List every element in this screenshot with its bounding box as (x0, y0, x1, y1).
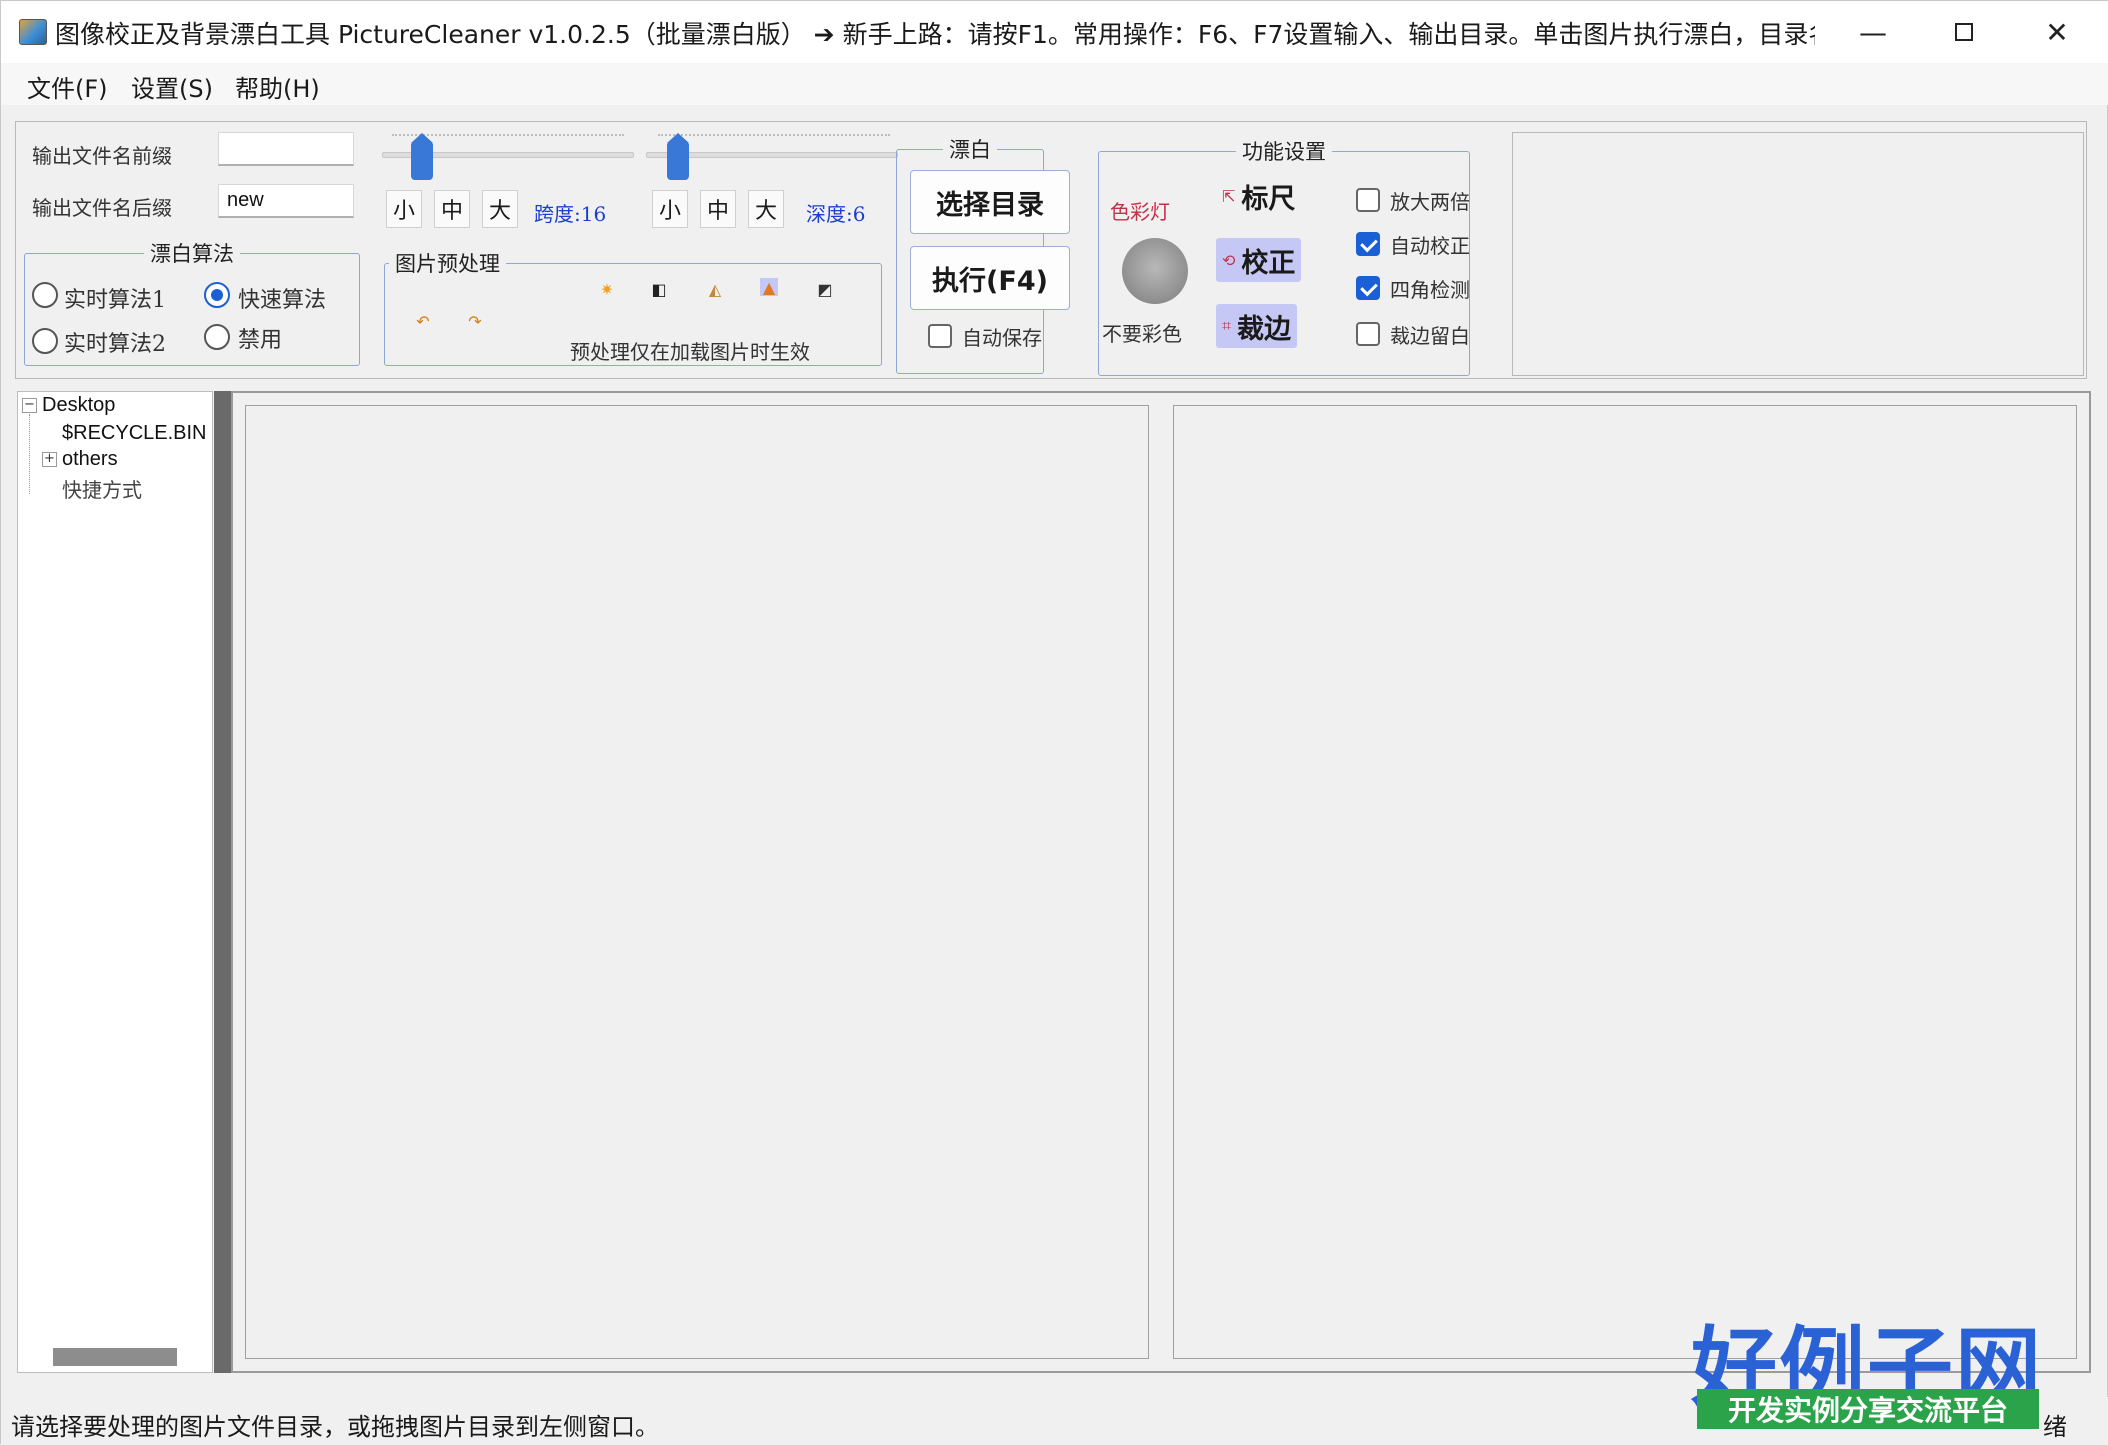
app-window: 图像校正及背景漂白工具 PictureCleaner v1.0.2.5（批量漂白… (0, 0, 2108, 1445)
result-image-panel[interactable] (1173, 405, 2077, 1359)
auto-correct-label: 自动校正 (1390, 234, 1470, 258)
expand-icon[interactable]: + (42, 452, 57, 467)
suffix-label: 输出文件名后缀 (32, 196, 172, 220)
status-ready: 绪 (2043, 1413, 2067, 1441)
menu-file[interactable]: 文件(F) (19, 69, 116, 104)
zoom2x-checkbox[interactable] (1356, 188, 1380, 212)
undo-icon[interactable]: ↶ (414, 312, 432, 331)
tree-scrollbar-thumb[interactable] (53, 1348, 177, 1366)
slider1-small-button[interactable]: 小 (386, 190, 422, 228)
color-lamp-indicator[interactable] (1122, 238, 1188, 304)
thumbnail-panel (1512, 132, 2084, 376)
bleach-legend: 漂白 (949, 138, 991, 162)
auto-correct-checkbox[interactable] (1356, 232, 1380, 256)
tree-item-desktop[interactable]: Desktop (42, 394, 115, 417)
realtime1-label: 实时算法1 (64, 288, 166, 313)
menu-bar: 文件(F) 设置(S) 帮助(H) (1, 63, 2108, 105)
sharpen-icon[interactable]: ▲ (760, 278, 778, 297)
correct-button[interactable]: ⟲ 校正 (1216, 238, 1302, 282)
correct-label: 校正 (1241, 247, 1296, 279)
tree-line (29, 414, 30, 494)
execute-button[interactable]: 执行(F4) (910, 246, 1070, 310)
crop-margin-label: 裁边留白 (1390, 324, 1470, 348)
prefix-label: 输出文件名前缀 (32, 144, 172, 168)
menu-settings[interactable]: 设置(S) (123, 69, 221, 104)
features-legend: 功能设置 (1242, 140, 1326, 164)
app-icon (19, 19, 47, 45)
collapse-icon[interactable]: − (22, 398, 37, 413)
suffix-input[interactable] (218, 184, 354, 218)
crop-icon: ⌗ (1222, 316, 1232, 335)
preprocess-note: 预处理仅在加载图片时生效 (570, 340, 810, 364)
auto-save-label: 自动保存 (962, 326, 1042, 350)
brightness-icon[interactable]: ✷ (598, 280, 616, 299)
depth-value-label: 深度:6 (806, 202, 866, 226)
ruler-button[interactable]: ⇱ 标尺 (1216, 174, 1301, 218)
radio-fast[interactable] (204, 282, 230, 308)
invert-icon[interactable]: ◩ (816, 280, 834, 299)
radio-disabled[interactable] (204, 324, 230, 350)
close-icon: ✕ (2045, 15, 2069, 49)
status-message: 请选择要处理的图片文件目录，或拖拽图片目录到左侧窗口。 (11, 1413, 659, 1441)
corner-detect-label: 四角检测 (1390, 278, 1470, 302)
crop-label: 裁边 (1237, 313, 1292, 345)
fast-label: 快速算法 (238, 288, 327, 313)
toolbar-panel: 输出文件名前缀 输出文件名后缀 小 中 大 跨度:16 小 中 大 深度:6 漂… (15, 121, 2087, 379)
minimize-icon: — (1859, 15, 1887, 49)
slider2-medium-button[interactable]: 中 (700, 190, 736, 228)
crop-margin-checkbox[interactable] (1356, 322, 1380, 346)
menu-help[interactable]: 帮助(H) (227, 69, 328, 104)
slider2-small-button[interactable]: 小 (652, 190, 688, 228)
title-bar[interactable]: 图像校正及背景漂白工具 PictureCleaner v1.0.2.5（批量漂白… (1, 1, 2108, 63)
close-button[interactable]: ✕ (2011, 1, 2103, 63)
contrast-icon[interactable]: ◧ (650, 280, 668, 299)
minimize-button[interactable]: — (1827, 1, 1919, 63)
slider1-medium-button[interactable]: 中 (434, 190, 470, 228)
ruler-label: 标尺 (1241, 183, 1296, 215)
splitter-bar[interactable] (214, 391, 231, 1373)
radio-realtime2[interactable] (32, 328, 58, 354)
disabled-label: 禁用 (238, 328, 283, 353)
radio-realtime1[interactable] (32, 282, 58, 308)
prefix-input[interactable] (218, 132, 354, 166)
zoom2x-label: 放大两倍 (1390, 190, 1470, 214)
window-title: 图像校正及背景漂白工具 PictureCleaner v1.0.2.5（批量漂白… (55, 20, 1815, 49)
tree-item-others[interactable]: others (62, 448, 118, 471)
maximize-icon (1955, 23, 1973, 41)
tree-item-shortcuts[interactable]: 快捷方式 (62, 474, 142, 503)
slider1-large-button[interactable]: 大 (482, 190, 518, 228)
no-color-label: 不要彩色 (1102, 322, 1182, 346)
realtime2-label: 实时算法2 (64, 332, 166, 357)
slider2-large-button[interactable]: 大 (748, 190, 784, 228)
preprocess-legend: 图片预处理 (395, 252, 500, 276)
select-directory-button[interactable]: 选择目录 (910, 170, 1070, 234)
slider2-ticks (658, 134, 890, 136)
tree-item-recycle-bin[interactable]: $RECYCLE.BIN (62, 422, 207, 445)
folder-tree[interactable]: − Desktop $RECYCLE.BIN + others 快捷方式 (17, 391, 213, 1373)
watermark-logo: 好例子网 开发实例分享交流平台 (1691, 1297, 2041, 1437)
levels-icon[interactable]: ◭ (706, 280, 724, 299)
slider1-thumb[interactable] (411, 133, 433, 180)
span-value-label: 跨度:16 (534, 202, 607, 226)
crop-button[interactable]: ⌗ 裁边 (1216, 304, 1298, 348)
watermark-tagline: 开发实例分享交流平台 (1697, 1389, 2039, 1429)
slider2-thumb[interactable] (667, 133, 689, 180)
redo-icon[interactable]: ↷ (466, 312, 484, 331)
corner-detect-checkbox[interactable] (1356, 276, 1380, 300)
ruler-icon: ⇱ (1222, 186, 1236, 206)
correct-icon: ⟲ (1222, 250, 1236, 270)
color-lamp-label: 色彩灯 (1110, 200, 1170, 224)
image-view-area (231, 391, 2091, 1373)
auto-save-checkbox[interactable] (928, 324, 952, 348)
maximize-button[interactable] (1918, 1, 2010, 63)
source-image-panel[interactable] (245, 405, 1149, 1359)
algorithm-legend: 漂白算法 (150, 242, 234, 266)
